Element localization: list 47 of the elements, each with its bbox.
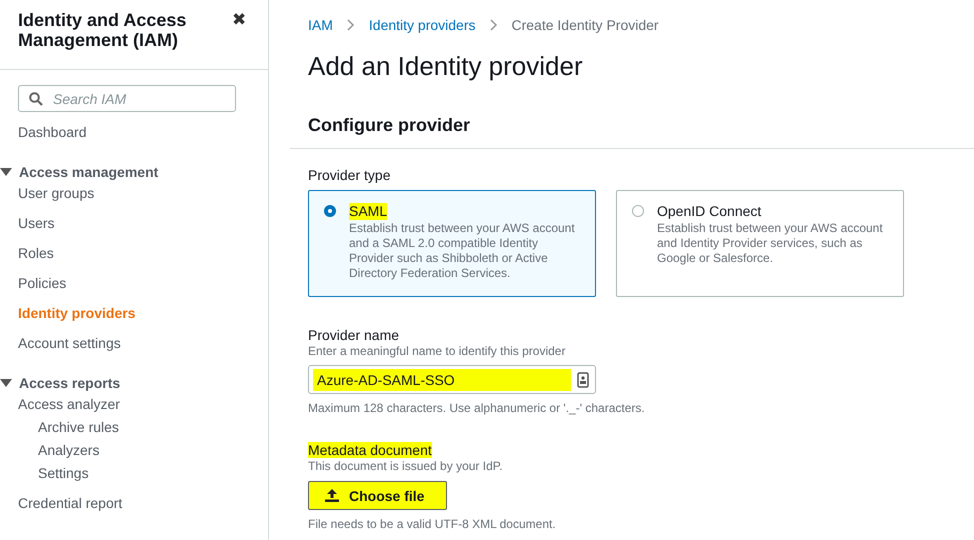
- nav-link[interactable]: Roles: [18, 244, 54, 262]
- radio-button[interactable]: [324, 205, 336, 217]
- nav-link[interactable]: Credential report: [18, 494, 122, 512]
- nav-link[interactable]: Account settings: [18, 334, 121, 352]
- nav-link[interactable]: Policies: [18, 274, 66, 292]
- field-hint: Maximum 128 characters. Use alphanumeric or '._-' characters.: [308, 401, 645, 416]
- nav-link[interactable]: User groups: [18, 184, 94, 202]
- search-field[interactable]: Search IAM: [18, 85, 236, 112]
- provider-type-option[interactable]: OpenID Connect Establish trust between your AWS account and Identity Provider services, such as Google or Salesforce.: [616, 190, 904, 297]
- breadcrumb-link[interactable]: IAM: [308, 17, 333, 33]
- option-title: OpenID Connect: [657, 203, 762, 220]
- caret-down-icon: [0, 379, 12, 387]
- provider-type-option[interactable]: SAML Establish trust between your AWS account and a SAML 2.0 compatible Identity Provider such as Shibboleth or Active Directory Federation Services.: [308, 190, 596, 297]
- nav-link[interactable]: Access analyzer: [18, 395, 120, 413]
- option-title: SAML: [349, 203, 388, 220]
- option-description: Establish trust between your AWS account and a SAML 2.0 compatible Identity Provider such as Shibboleth or Active Directory Federation Services.: [349, 221, 576, 281]
- upload-icon: [325, 489, 339, 502]
- field-description: This document is issued by your IdP.: [308, 459, 503, 474]
- search-icon: [29, 92, 43, 106]
- field-description: Enter a meaningful name to identify this provider: [308, 344, 566, 359]
- nav-section-header[interactable]: Access management: [0, 163, 158, 181]
- radio-button[interactable]: [632, 205, 644, 217]
- sidebar-title: Identity and Access Management (IAM): [18, 10, 188, 50]
- choose-file-button[interactable]: Choose file: [308, 481, 448, 510]
- field-label: Provider name: [308, 326, 400, 344]
- breadcrumb-current: Create Identity Provider: [512, 17, 659, 33]
- provider-name-input[interactable]: Azure-AD-SAML-SSO: [313, 368, 571, 390]
- nav-link[interactable]: Archive rules: [38, 418, 119, 436]
- search-input: Search IAM: [53, 90, 203, 106]
- nav-link[interactable]: Settings: [38, 464, 89, 482]
- close-button[interactable]: ✖: [232, 10, 246, 30]
- provider-name-field[interactable]: Azure-AD-SAML-SSO: [308, 365, 596, 394]
- nav-link[interactable]: Dashboard: [18, 123, 86, 141]
- section-title: Configure provider: [308, 114, 472, 136]
- option-description: Establish trust between your AWS account and Identity Provider services, such as Google or Salesforce.: [657, 221, 884, 266]
- field-hint: File needs to be a valid UTF-8 XML document.: [308, 517, 556, 532]
- chevron-right-icon: [346, 19, 355, 31]
- breadcrumb-link[interactable]: Identity providers: [368, 17, 476, 33]
- chevron-right-icon: [490, 19, 498, 31]
- field-label: Metadata document: [308, 442, 432, 458]
- nav-link[interactable]: Users: [18, 214, 55, 232]
- caret-down-icon: [0, 168, 12, 176]
- contact-card-icon: [577, 372, 589, 388]
- nav-link[interactable]: Analyzers: [38, 441, 100, 459]
- page-title: Add an Identity provider: [308, 50, 584, 82]
- nav-section-header[interactable]: Access reports: [0, 374, 120, 392]
- field-label: Provider type: [308, 166, 390, 184]
